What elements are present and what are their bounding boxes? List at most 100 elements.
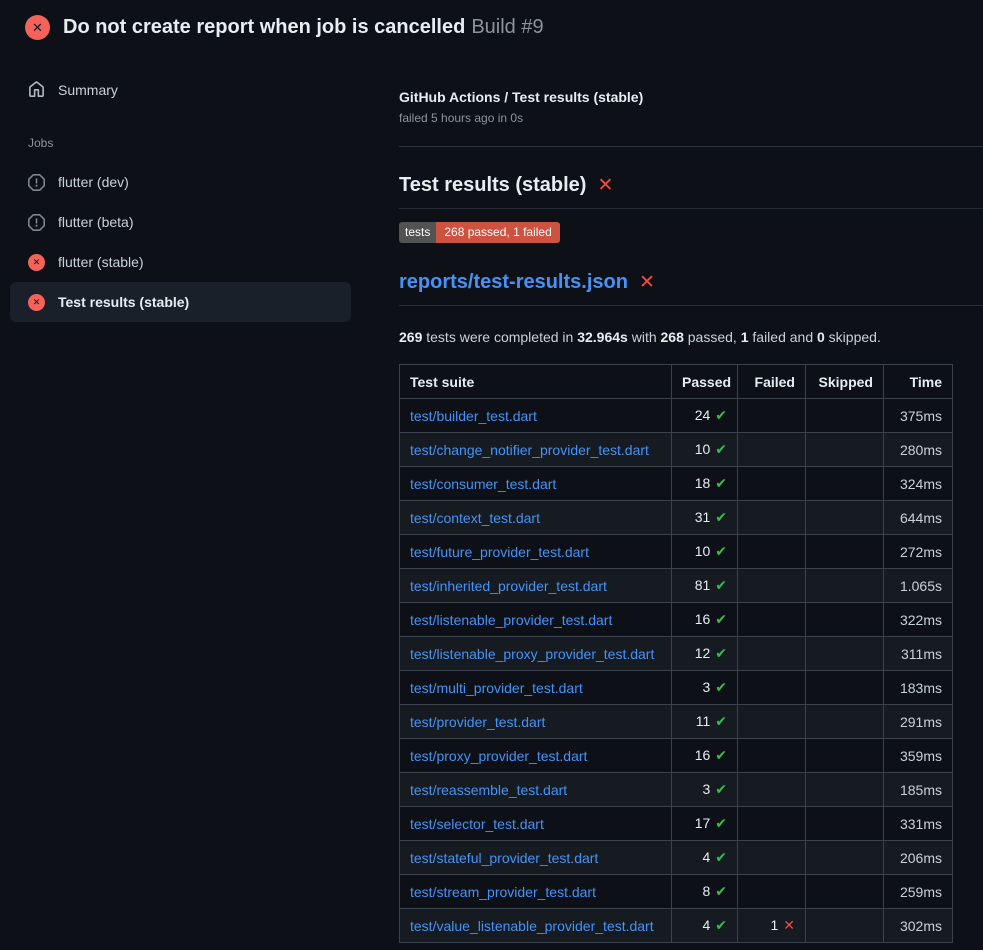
skipped-cell bbox=[806, 773, 884, 807]
skipped-count: 0 bbox=[817, 329, 825, 345]
failed-cell bbox=[738, 603, 806, 637]
time-cell: 183ms bbox=[884, 671, 953, 705]
suite-link[interactable]: test/listenable_proxy_provider_test.dart bbox=[400, 637, 672, 671]
sidebar-item-flutter-stable[interactable]: ✕ flutter (stable) bbox=[10, 242, 351, 282]
suite-link[interactable]: test/proxy_provider_test.dart bbox=[400, 739, 672, 773]
suite-link[interactable]: test/inherited_provider_test.dart bbox=[400, 569, 672, 603]
time-cell: 322ms bbox=[884, 603, 953, 637]
results-table: Test suite Passed Failed Skipped Time te… bbox=[399, 364, 953, 943]
skipped-cell bbox=[806, 875, 884, 909]
table-row: test/change_notifier_provider_test.dart … bbox=[400, 433, 953, 467]
table-header-row: Test suite Passed Failed Skipped Time bbox=[400, 365, 953, 399]
main-layout: Summary Jobs flutter (dev) flutter (beta… bbox=[0, 53, 983, 943]
report-link[interactable]: reports/test-results.json bbox=[399, 271, 628, 294]
suite-link[interactable]: test/consumer_test.dart bbox=[400, 467, 672, 501]
passed-value: 16 bbox=[695, 611, 711, 627]
check-icon: ✔ bbox=[715, 577, 727, 593]
table-row: test/listenable_proxy_provider_test.dart… bbox=[400, 637, 953, 671]
time-cell: 324ms bbox=[884, 467, 953, 501]
passed-cell: 17✔ bbox=[672, 807, 738, 841]
suite-link[interactable]: test/context_test.dart bbox=[400, 501, 672, 535]
passed-cell: 12✔ bbox=[672, 637, 738, 671]
passed-cell: 4✔ bbox=[672, 841, 738, 875]
time-cell: 375ms bbox=[884, 399, 953, 433]
suite-link[interactable]: test/listenable_provider_test.dart bbox=[400, 603, 672, 637]
time-cell: 359ms bbox=[884, 739, 953, 773]
suite-link[interactable]: test/stream_provider_test.dart bbox=[400, 875, 672, 909]
col-time: Time bbox=[884, 365, 953, 399]
suite-link[interactable]: test/provider_test.dart bbox=[400, 705, 672, 739]
check-icon: ✔ bbox=[715, 815, 727, 831]
summary-text: failed and bbox=[749, 329, 818, 345]
table-row: test/reassemble_test.dart 3✔ 185ms bbox=[400, 773, 953, 807]
check-icon: ✔ bbox=[715, 849, 727, 865]
badge-value: 268 passed, 1 failed bbox=[436, 222, 559, 243]
x-glyph: ✕ bbox=[33, 297, 41, 308]
table-row: test/proxy_provider_test.dart 16✔ 359ms bbox=[400, 739, 953, 773]
skipped-cell bbox=[806, 467, 884, 501]
cancelled-icon bbox=[28, 174, 45, 191]
skipped-cell bbox=[806, 433, 884, 467]
skipped-cell bbox=[806, 807, 884, 841]
jobs-section-label: Jobs bbox=[28, 136, 355, 150]
time-cell: 302ms bbox=[884, 909, 953, 943]
suite-link[interactable]: test/builder_test.dart bbox=[400, 399, 672, 433]
skipped-cell bbox=[806, 637, 884, 671]
failed-cell bbox=[738, 671, 806, 705]
passed-value: 10 bbox=[695, 441, 711, 457]
failed-count: 1 bbox=[741, 329, 749, 345]
table-row: test/future_provider_test.dart 10✔ 272ms bbox=[400, 535, 953, 569]
failed-status-icon: ✕ bbox=[28, 254, 45, 271]
check-icon: ✔ bbox=[715, 645, 727, 661]
passed-cell: 81✔ bbox=[672, 569, 738, 603]
sidebar-item-label: flutter (dev) bbox=[58, 174, 129, 190]
check-icon: ✔ bbox=[715, 883, 727, 899]
sidebar-item-test-results-stable[interactable]: ✕ Test results (stable) bbox=[10, 282, 351, 322]
suite-link[interactable]: test/change_notifier_provider_test.dart bbox=[400, 433, 672, 467]
failed-cell bbox=[738, 637, 806, 671]
failed-cell bbox=[738, 467, 806, 501]
passed-value: 4 bbox=[702, 849, 710, 865]
skipped-cell bbox=[806, 399, 884, 433]
failed-cell bbox=[738, 501, 806, 535]
cancelled-icon bbox=[28, 214, 45, 231]
sidebar-item-flutter-beta[interactable]: flutter (beta) bbox=[10, 202, 351, 242]
summary-sentence: 269 tests were completed in 32.964s with… bbox=[399, 329, 983, 345]
passed-value: 8 bbox=[702, 883, 710, 899]
suite-link[interactable]: test/future_provider_test.dart bbox=[400, 535, 672, 569]
skipped-cell bbox=[806, 501, 884, 535]
failed-cell bbox=[738, 875, 806, 909]
suite-link[interactable]: test/value_listenable_provider_test.dart bbox=[400, 909, 672, 943]
table-row: test/stateful_provider_test.dart 4✔ 206m… bbox=[400, 841, 953, 875]
passed-value: 10 bbox=[695, 543, 711, 559]
breadcrumb: GitHub Actions / Test results (stable) bbox=[399, 89, 983, 105]
time-cell: 291ms bbox=[884, 705, 953, 739]
sidebar-item-summary[interactable]: Summary bbox=[10, 75, 373, 104]
page-title-wrap: Do not create report when job is cancell… bbox=[63, 16, 544, 39]
summary-text: passed, bbox=[684, 329, 741, 345]
total-tests: 269 bbox=[399, 329, 422, 345]
suite-link[interactable]: test/reassemble_test.dart bbox=[400, 773, 672, 807]
passed-value: 3 bbox=[702, 679, 710, 695]
failed-cell: 1✕ bbox=[738, 909, 806, 943]
passed-value: 3 bbox=[702, 781, 710, 797]
table-row: test/listenable_provider_test.dart 16✔ 3… bbox=[400, 603, 953, 637]
col-failed: Failed bbox=[738, 365, 806, 399]
suite-link[interactable]: test/stateful_provider_test.dart bbox=[400, 841, 672, 875]
fail-x-icon: ✕ bbox=[597, 174, 613, 197]
page-header: ✕ Do not create report when job is cance… bbox=[0, 0, 983, 53]
suite-link[interactable]: test/selector_test.dart bbox=[400, 807, 672, 841]
col-test-suite: Test suite bbox=[400, 365, 672, 399]
table-row: test/selector_test.dart 17✔ 331ms bbox=[400, 807, 953, 841]
suite-link[interactable]: test/multi_provider_test.dart bbox=[400, 671, 672, 705]
failed-value: 1 bbox=[770, 917, 778, 933]
failed-status-icon: ✕ bbox=[25, 15, 50, 40]
build-number: Build #9 bbox=[471, 16, 543, 38]
sidebar-item-flutter-dev[interactable]: flutter (dev) bbox=[10, 162, 351, 202]
failed-cell bbox=[738, 569, 806, 603]
sidebar-item-label: flutter (beta) bbox=[58, 214, 133, 230]
skipped-cell bbox=[806, 841, 884, 875]
check-icon: ✔ bbox=[715, 441, 727, 457]
passed-cell: 11✔ bbox=[672, 705, 738, 739]
col-skipped: Skipped bbox=[806, 365, 884, 399]
